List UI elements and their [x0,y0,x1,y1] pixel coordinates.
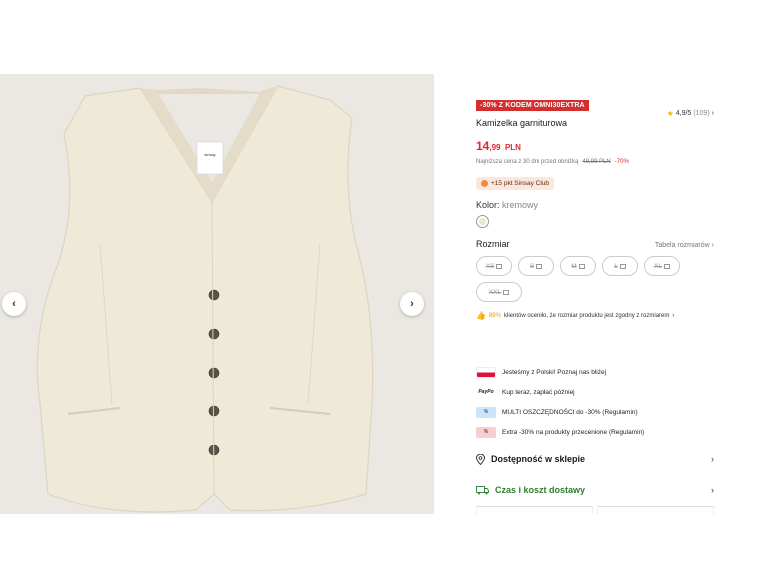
envelope-icon [536,263,543,269]
feature-text: Jesteśmy z Polski! Poznaj nas bliżej [502,368,607,376]
chevron-right-icon: › [410,298,414,310]
size-options: XS S M L XL XXL [476,256,714,302]
gallery-prev-button[interactable]: ‹ [2,292,26,316]
feature-text: Extra -30% na produkty przecenione (Regu… [502,428,645,436]
envelope-icon [496,263,503,269]
fit-text: klientów oceniło, że rozmiar produktu je… [503,312,670,319]
size-label: Rozmiar [476,239,510,249]
envelope-icon [578,263,585,269]
truck-icon [476,485,489,494]
shipping-row[interactable]: Czas i koszt dostawy › [476,477,714,503]
price-main: 14 [476,139,490,153]
location-pin-icon [476,453,485,465]
garment-tag-text: sinsay [204,152,215,157]
chevron-left-icon: ‹ [12,298,16,310]
color-value: kremowy [502,200,539,210]
color-swatch-cream[interactable] [476,215,489,228]
size-option-s[interactable]: S [518,256,554,276]
price-cents: ,99 [489,143,501,152]
feature-item[interactable]: Jesteśmy z Polski! Poznaj nas bliżej [476,362,714,382]
feature-item[interactable]: % MULTI OSZCZĘDNOŚCI do -30% (Regulamin) [476,402,714,422]
color-row: Kolor: kremowy [476,200,714,210]
size-fit-info[interactable]: 👍 89% klientów oceniło, że rozmiar produ… [476,311,714,320]
product-image-gallery: sinsay [0,74,434,514]
old-price: 49,99 PLN [582,159,611,165]
feature-text: MULTI OSZCZĘDNOŚCI do -30% (Regulamin) [502,408,638,416]
rating-value: 4,9/5 [675,110,692,117]
paypo-icon: PayPo [476,386,496,398]
rating[interactable]: ★ 4,9/5 (109) › [667,109,714,118]
product-price: 14,99 PLN [476,137,714,155]
star-icon: ★ [666,109,674,118]
extra-discount-icon: % [476,426,496,438]
multi-savings-icon: % [476,406,496,418]
feature-item[interactable]: PayPo Kup teraz, zapłać później [476,382,714,402]
action-box-left[interactable] [476,506,593,514]
club-points-badge: +15 pkt Sinsay Club [476,177,554,190]
club-points-text: +15 pkt Sinsay Club [491,180,549,187]
lowest-price-label: Najniższa cena z 30 dni przed obniżką [476,159,579,165]
store-availability-label: Dostępność w sklepie [491,454,586,464]
chevron-right-icon: › [711,454,714,464]
shipping-label: Czas i koszt dostawy [495,485,586,495]
store-availability-row[interactable]: Dostępność w sklepie › [476,446,714,472]
price-currency: PLN [504,143,521,152]
rating-count: (109) [693,110,710,117]
chevron-right-icon: › [672,312,675,319]
feature-text: Kup teraz, zapłać później [502,388,575,396]
action-box-right[interactable] [597,506,714,514]
envelope-icon [619,263,626,269]
discount-percent: -70% [614,159,629,165]
gallery-next-button[interactable]: › [400,292,424,316]
size-option-m[interactable]: M [560,256,596,276]
fit-percent: 89% [488,312,501,319]
size-table-link[interactable]: Tabela rozmiarów › [655,242,714,249]
color-label: Kolor: [476,200,500,210]
promo-badge: -30% Z KODEM OMNI30EXTRA [476,100,589,111]
thumbs-up-icon: 👍 [476,311,486,320]
product-image: sinsay [0,74,434,514]
product-title: Kamizelka garniturowa [476,118,568,128]
features-list: Jesteśmy z Polski! Poznaj nas bliżej Pay… [476,362,714,442]
coin-icon [481,180,488,187]
lowest-price-info: Najniższa cena z 30 dni przed obniżką 49… [476,159,714,165]
size-option-l[interactable]: L [602,256,638,276]
chevron-right-icon: › [711,485,714,495]
product-info-panel: -30% Z KODEM OMNI30EXTRA ★ 4,9/5 (109) ›… [476,94,714,320]
poland-flag-icon [476,366,496,378]
size-option-xl[interactable]: XL [644,256,680,276]
size-option-xxl[interactable]: XXL [476,282,522,302]
feature-item[interactable]: % Extra -30% na produkty przecenione (Re… [476,422,714,442]
envelope-icon [503,289,510,295]
size-option-xs[interactable]: XS [476,256,512,276]
chevron-right-icon: › [711,110,714,117]
envelope-icon [663,263,670,269]
size-header: Rozmiar Tabela rozmiarów › [476,239,714,249]
bottom-action-boxes [476,506,714,514]
